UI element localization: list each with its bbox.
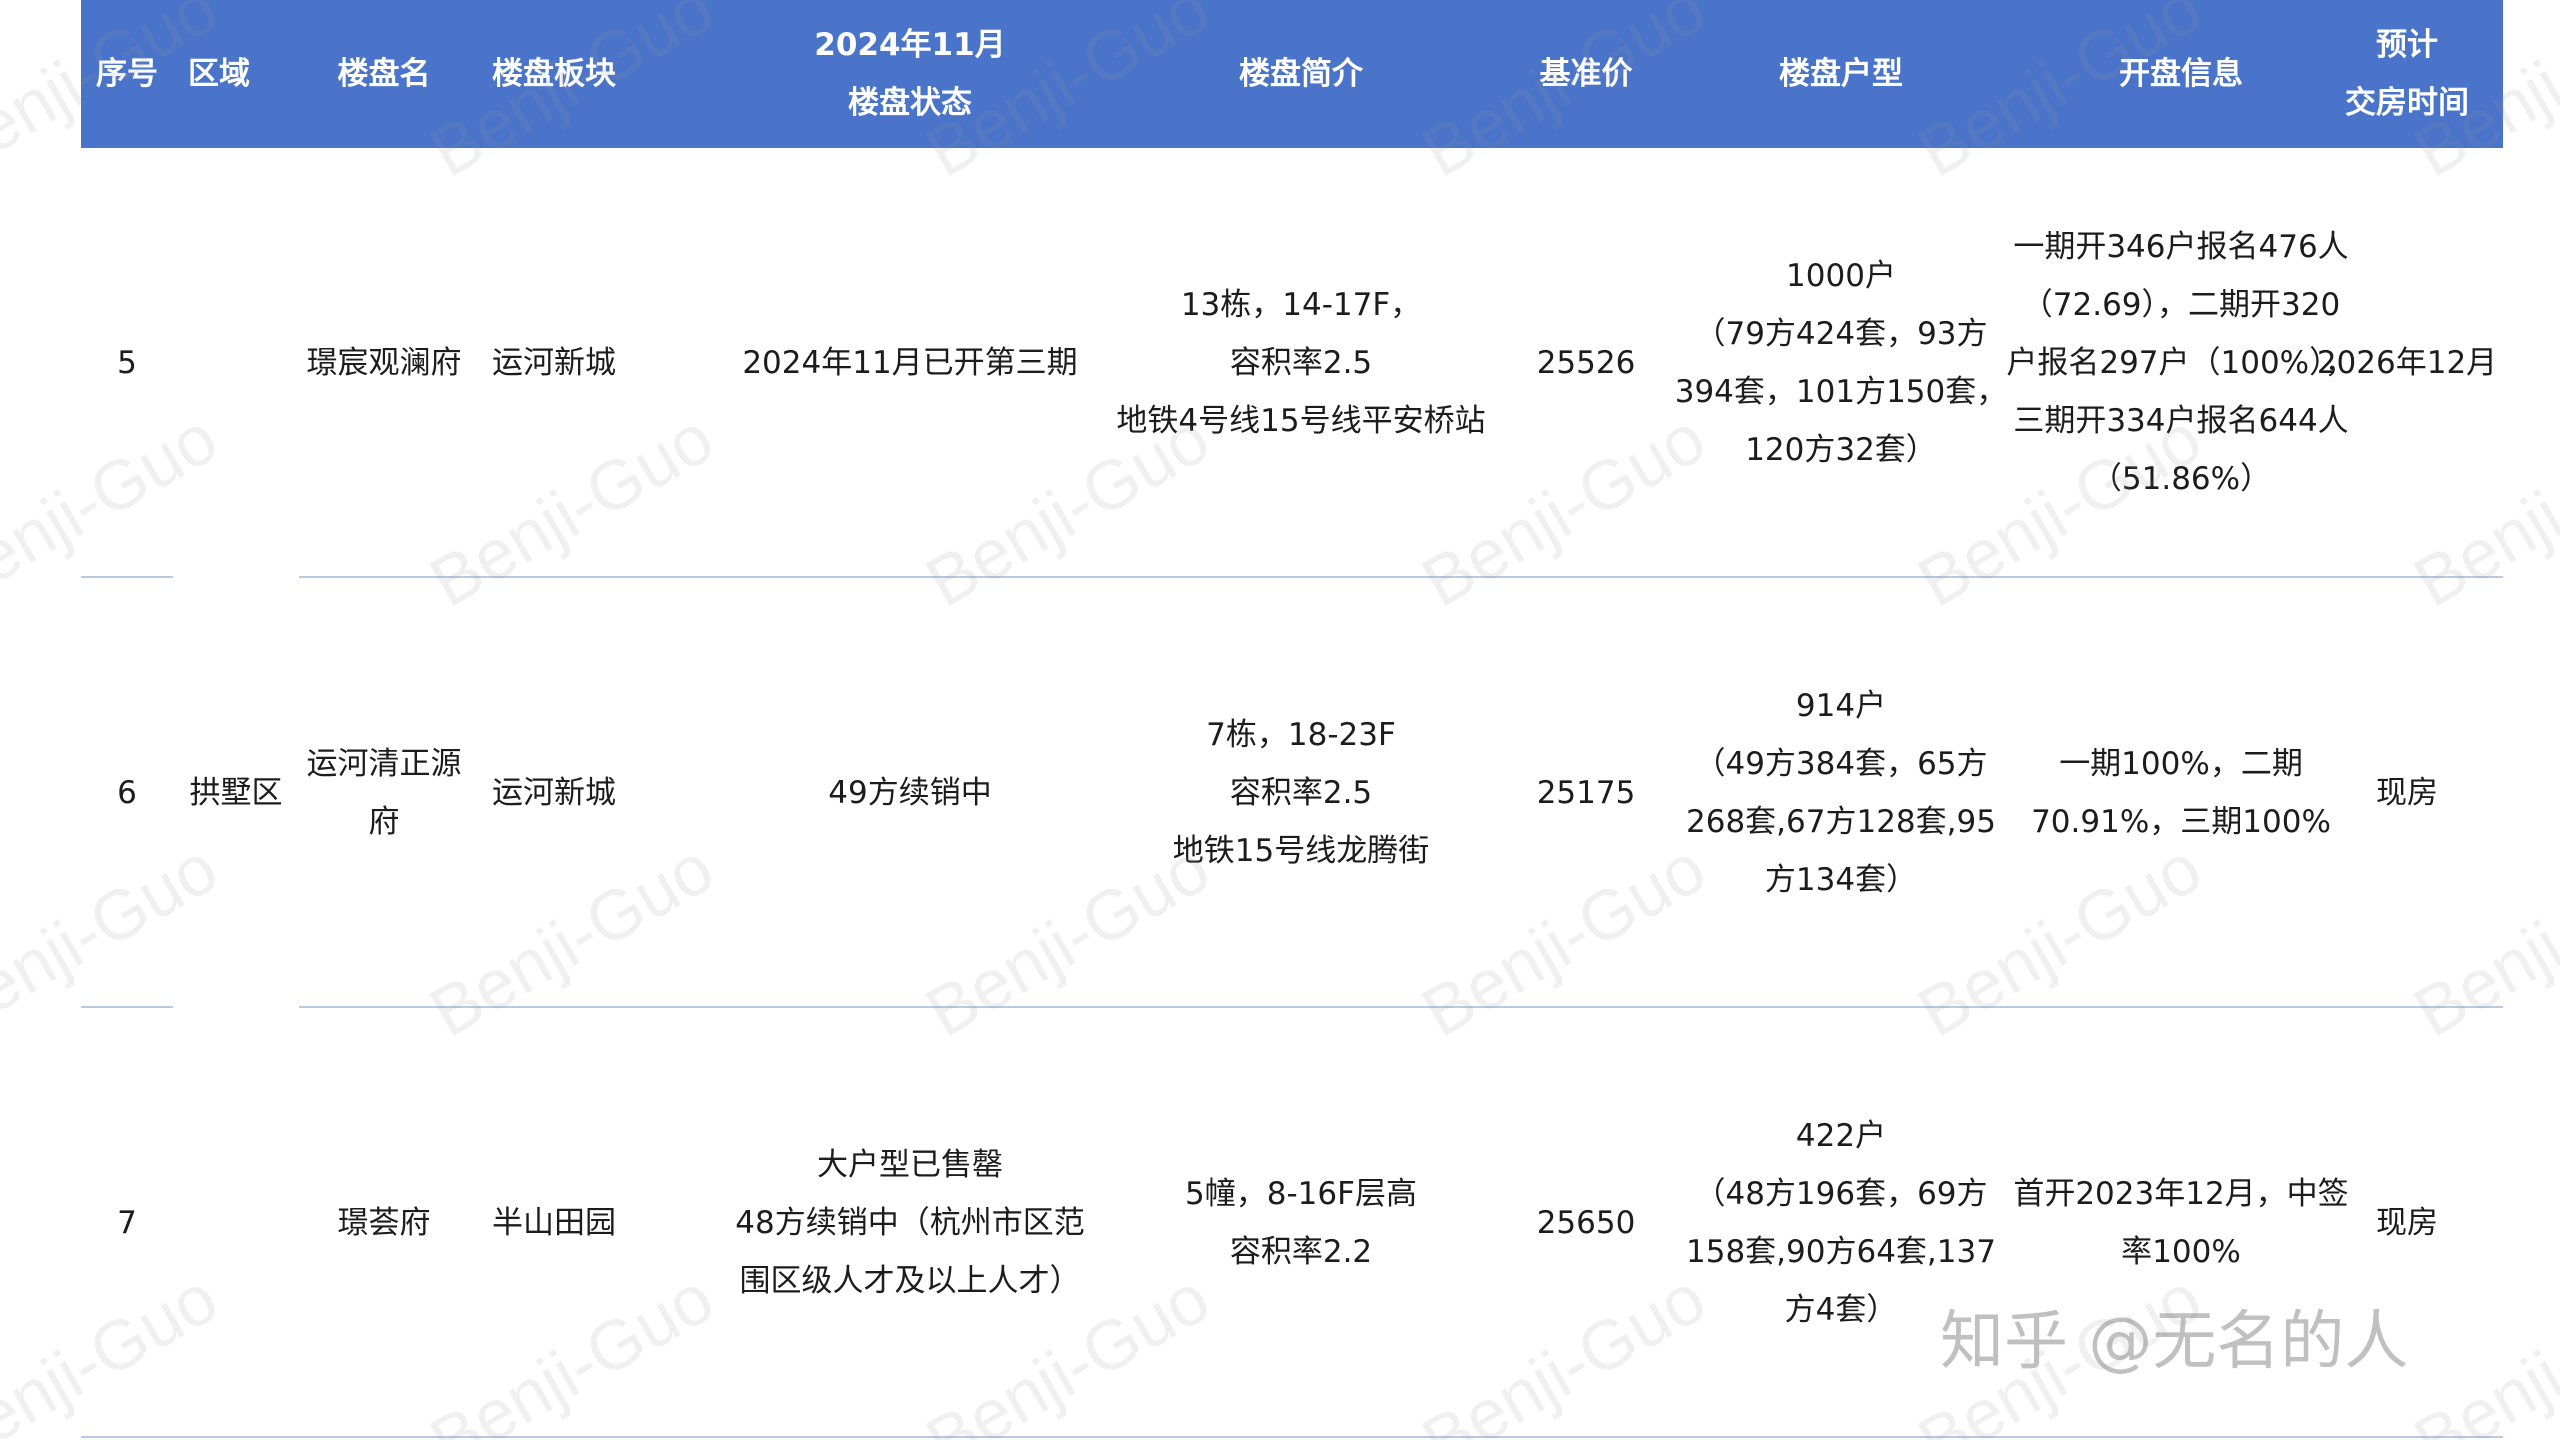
property-table: 序号 区域 楼盘名 楼盘板块 2024年11月 楼盘状态 楼盘简介 基准价 楼盘户型 开盘信息 预计… — [81, 0, 2503, 1440]
cell-text: 运河新城 — [492, 775, 616, 811]
cell-text: 7栋，18-23F — [1206, 717, 1396, 753]
cell-text: 容积率2.5 — [1229, 775, 1373, 811]
table-header: 序号 区域 楼盘名 楼盘板块 2024年11月 楼盘状态 楼盘简介 基准价 楼盘户型 开盘信息 预计… — [81, 0, 2503, 148]
cell-text: 三期开334户报名644人 — [2013, 403, 2349, 439]
cell-text: 一期100%，二期 — [2059, 746, 2303, 782]
cell-text: 1000户 — [1786, 258, 1896, 294]
header-text: 交房时间 — [2345, 85, 2469, 121]
cell-text: （72.69），二期开320 — [2021, 287, 2341, 323]
cell-text: 422户 — [1795, 1118, 1887, 1154]
header-text: 2024年11月 — [814, 27, 1006, 63]
cell-text: 地铁4号线15号线平安桥站 — [1116, 403, 1486, 439]
cell-text: 914户 — [1795, 688, 1887, 724]
cell-text: 2026年12月 — [2316, 345, 2498, 381]
cell-text: （51.86%） — [2090, 461, 2272, 497]
cell-delivery: 现房 — [2311, 578, 2503, 1008]
cell-block: 半山田园 — [469, 1008, 639, 1438]
cell-text: 6 — [117, 775, 137, 811]
cell-name: 运河清正源府 — [299, 578, 469, 1008]
cell-name: 璟荟府 — [299, 1008, 469, 1438]
cell-district: 拱墅区 — [189, 775, 283, 811]
header-text: 开盘信息 — [2119, 56, 2243, 92]
cell-block: 运河新城 — [469, 578, 639, 1008]
cell-delivery: 2026年12月 — [2311, 148, 2503, 578]
cell-text: 璟荟府 — [337, 1205, 431, 1241]
header-block: 楼盘板块 — [469, 0, 639, 148]
cell-text: 首开2023年12月，中签 — [2013, 1176, 2349, 1212]
header-text: 楼盘简介 — [1239, 56, 1363, 92]
cell-text: 府 — [368, 804, 400, 840]
header-name: 楼盘名 — [299, 0, 469, 148]
cell-text: 围区级人才及以上人才） — [739, 1263, 1081, 1299]
cell-no: 7 — [81, 1008, 173, 1438]
cell-text: 2024年11月已开第三期 — [742, 345, 1078, 381]
cell-text: 13栋，14-17F， — [1180, 287, 1422, 323]
table-row: 6 运河清正源府运河新城 49方续销中 7栋，18-23F 容积率2.5 地铁15号线龙腾… — [81, 578, 2503, 1008]
header-no: 序号 — [81, 0, 173, 148]
cell-text: 容积率2.5 — [1229, 345, 1373, 381]
cell-no: 6 — [81, 578, 173, 1008]
header-text: 预计 — [2376, 27, 2438, 63]
cell-text: 48方续销中（杭州市区范 — [735, 1205, 1085, 1241]
cell-text: 70.91%，三期100% — [2031, 804, 2331, 840]
cell-text: 运河新城 — [492, 345, 616, 381]
cell-text: 运河清正源 — [306, 746, 462, 782]
header-text: 区域 — [188, 56, 250, 92]
zhihu-brand-watermark: 知乎 @无名的人 — [1940, 1305, 2409, 1379]
cell-text: 7 — [117, 1205, 137, 1241]
header-text: 楼盘状态 — [848, 85, 972, 121]
cell-text: 120方32套） — [1745, 432, 1937, 468]
header-text: 基准价 — [1539, 56, 1633, 92]
cell-text: 半山田园 — [492, 1205, 616, 1241]
header-text: 楼盘户型 — [1779, 56, 1903, 92]
cell-text: 现房 — [2376, 1205, 2438, 1241]
cell-text: 户报名297户（100%）， — [2006, 345, 2356, 381]
cell-text: 一期开346户报名476人 — [2013, 229, 2349, 265]
table-row: 5 璟宸观澜府 运河新城 2024年11月已开第三期 13栋，14-17F， 容积率2.5… — [81, 148, 2503, 578]
cell-text: 方4套） — [1784, 1292, 1898, 1328]
cell-no: 5 — [81, 148, 173, 578]
cell-text: 地铁15号线龙腾街 — [1172, 833, 1430, 869]
cell-block: 运河新城 — [469, 148, 639, 578]
row-divider — [81, 1436, 2503, 1438]
cell-text: 率100% — [2121, 1234, 2241, 1270]
cell-text: 5幢，8-16F层高 — [1185, 1176, 1417, 1212]
cell-text: 现房 — [2376, 775, 2438, 811]
header-delivery: 预计 交房时间 — [2311, 0, 2503, 148]
header-text: 楼盘板块 — [492, 56, 616, 92]
cell-text: 大户型已售罄 — [817, 1147, 1003, 1183]
header-text: 序号 — [96, 56, 158, 92]
cell-text: 容积率2.2 — [1229, 1234, 1373, 1270]
cell-text: 5 — [117, 345, 137, 381]
cell-text: 49方续销中 — [828, 775, 992, 811]
cell-text: 璟宸观澜府 — [306, 345, 462, 381]
header-district: 区域 — [173, 0, 265, 148]
cell-name: 璟宸观澜府 — [299, 148, 469, 578]
cell-text: 方134套） — [1764, 862, 1918, 898]
header-text: 楼盘名 — [337, 56, 431, 92]
